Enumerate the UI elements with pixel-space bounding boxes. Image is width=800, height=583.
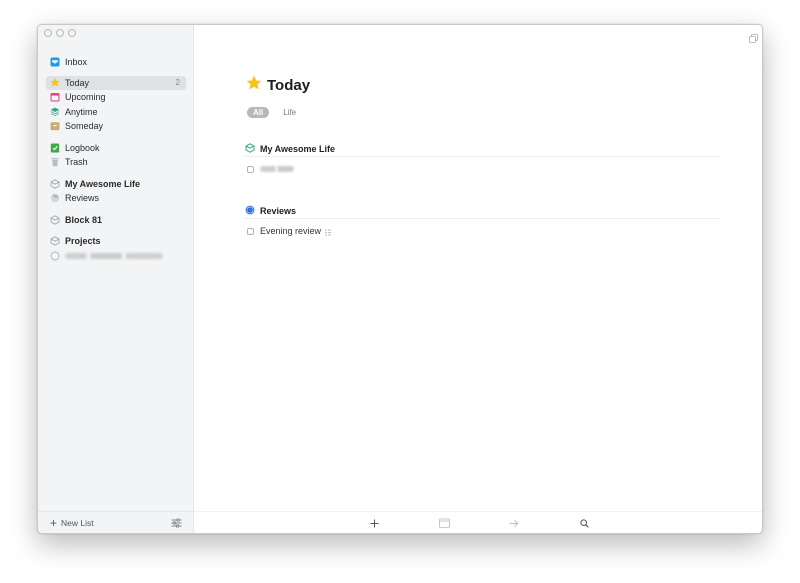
sidebar-item-trash[interactable]: Trash bbox=[46, 155, 186, 170]
notes-icon bbox=[325, 228, 332, 235]
sidebar-item-label: Anytime bbox=[65, 106, 98, 117]
today-count-badge: 2 bbox=[175, 78, 180, 88]
star-icon bbox=[50, 78, 60, 88]
todo-item[interactable]: Evening review bbox=[244, 224, 721, 238]
area-cube-icon bbox=[50, 215, 60, 225]
sidebar-item-label: Today bbox=[65, 77, 90, 88]
archive-box-icon bbox=[50, 121, 60, 131]
sidebar-item-label: Block 81 bbox=[65, 214, 103, 225]
tag-filter-life[interactable]: Life bbox=[277, 107, 302, 118]
section-title: Reviews bbox=[260, 206, 297, 216]
sidebar-item-today[interactable]: Today 2 bbox=[46, 75, 186, 90]
zoom-window-button[interactable] bbox=[68, 29, 76, 37]
project-circle-icon bbox=[50, 251, 60, 261]
section-header[interactable]: My Awesome Life bbox=[244, 142, 721, 157]
redacted-project-name bbox=[65, 252, 163, 259]
section-title: My Awesome Life bbox=[260, 144, 336, 154]
sidebar-item-block-81[interactable]: Block 81 bbox=[46, 213, 186, 228]
area-cube-icon bbox=[50, 179, 60, 189]
redacted-todo-title bbox=[260, 166, 294, 172]
area-cube-icon bbox=[50, 236, 60, 246]
section-reviews: Reviews Evening review bbox=[244, 204, 721, 238]
sidebar-item-label: Reviews bbox=[65, 193, 100, 204]
page-header: Today bbox=[246, 75, 310, 96]
sidebar-footer: + New List bbox=[38, 511, 193, 533]
sidebar-item-label: My Awesome Life bbox=[65, 178, 141, 189]
sidebar-item-label: Someday bbox=[65, 121, 104, 132]
area-cube-icon bbox=[245, 143, 255, 155]
sidebar-item-logbook[interactable]: Logbook bbox=[46, 141, 186, 156]
checked-book-icon bbox=[50, 143, 60, 153]
plus-icon bbox=[370, 519, 378, 527]
page-title: Today bbox=[267, 77, 311, 94]
section-header[interactable]: Reviews bbox=[244, 204, 721, 219]
sidebar-item-label: Upcoming bbox=[65, 92, 106, 103]
star-icon bbox=[246, 75, 262, 96]
sidebar-item-projects[interactable]: Projects bbox=[46, 234, 186, 249]
arrow-right-icon bbox=[509, 519, 519, 527]
todo-item[interactable] bbox=[244, 162, 721, 176]
move-button[interactable] bbox=[508, 517, 520, 529]
search-button[interactable] bbox=[578, 517, 590, 529]
bottom-toolbar bbox=[194, 511, 762, 533]
main-panel: Today All Life My Awesome Life Reviews E… bbox=[194, 25, 762, 533]
sidebar-item-upcoming[interactable]: Upcoming bbox=[46, 90, 186, 105]
window-controls bbox=[44, 29, 76, 37]
todo-checkbox[interactable] bbox=[247, 165, 254, 173]
new-list-button[interactable]: + New List bbox=[50, 517, 94, 529]
sliders-icon[interactable] bbox=[171, 517, 183, 528]
calendar-icon bbox=[50, 92, 60, 102]
app-window: Inbox Today 2 Upcoming Anytime Someday L… bbox=[37, 24, 763, 534]
calendar-icon bbox=[438, 518, 450, 528]
sidebar-item-label: Trash bbox=[65, 157, 88, 168]
sidebar: Inbox Today 2 Upcoming Anytime Someday L… bbox=[38, 25, 194, 533]
new-list-label: New List bbox=[61, 517, 94, 528]
todo-checkbox[interactable] bbox=[247, 227, 254, 235]
when-button[interactable] bbox=[438, 517, 450, 529]
tag-filter-all[interactable]: All bbox=[247, 107, 270, 118]
sidebar-item-label: Inbox bbox=[65, 57, 88, 68]
sidebar-item-label: Projects bbox=[65, 236, 101, 247]
layers-icon bbox=[50, 107, 60, 117]
sidebar-item-anytime[interactable]: Anytime bbox=[46, 105, 186, 120]
sidebar-item-inbox[interactable]: Inbox bbox=[46, 55, 186, 70]
sidebar-item-reviews[interactable]: Reviews bbox=[46, 191, 186, 206]
search-icon bbox=[579, 518, 589, 528]
inbox-icon bbox=[50, 57, 60, 67]
close-window-button[interactable] bbox=[44, 29, 52, 37]
minimize-window-button[interactable] bbox=[56, 29, 64, 37]
project-pie-icon bbox=[245, 205, 255, 217]
fullscreen-icon[interactable] bbox=[749, 30, 758, 43]
trash-icon bbox=[50, 157, 60, 167]
plus-icon: + bbox=[50, 515, 58, 530]
add-todo-button[interactable] bbox=[368, 517, 380, 529]
sidebar-item-my-awesome-life[interactable]: My Awesome Life bbox=[46, 177, 186, 192]
todo-title: Evening review bbox=[260, 226, 322, 236]
sidebar-item-someday[interactable]: Someday bbox=[46, 119, 186, 134]
tag-filter-bar: All Life bbox=[247, 107, 302, 118]
sidebar-nav: Inbox Today 2 Upcoming Anytime Someday L… bbox=[46, 55, 186, 263]
section-my-awesome-life: My Awesome Life bbox=[244, 142, 721, 176]
sidebar-item-label: Logbook bbox=[65, 142, 100, 153]
project-pie-icon bbox=[50, 193, 60, 203]
sidebar-item-redacted-project[interactable] bbox=[46, 249, 186, 264]
